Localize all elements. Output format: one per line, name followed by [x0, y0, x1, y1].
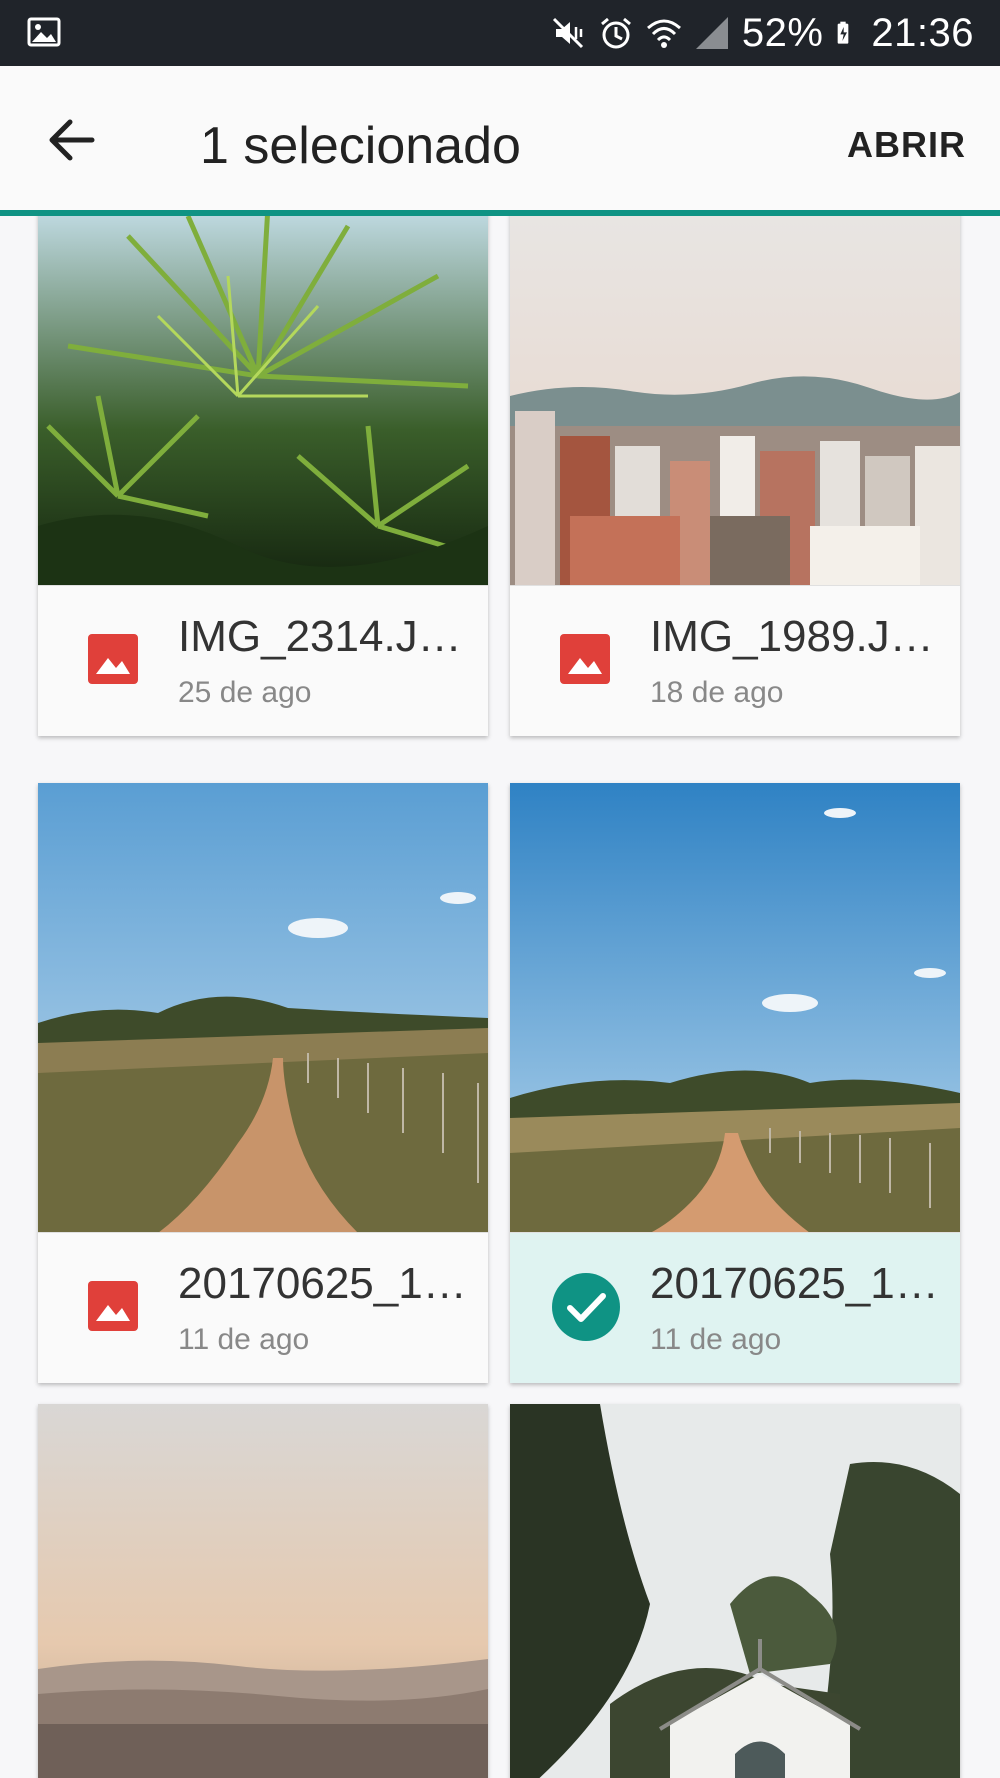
file-card[interactable]: 20170625_1… 11 de ago [38, 783, 488, 1383]
photo-thumbnail [510, 1404, 960, 1778]
signal-icon [695, 17, 728, 49]
mute-vibrate-icon [552, 17, 583, 49]
image-file-icon [88, 634, 138, 684]
alarm-icon [600, 17, 631, 49]
file-info: 20170625_1… 11 de ago [510, 1232, 960, 1383]
page-title: 1 selecionado [200, 117, 521, 175]
file-date: 11 de ago [178, 1323, 310, 1356]
file-info: IMG_1989.J… 18 de ago [510, 585, 960, 736]
file-card[interactable] [510, 1404, 960, 1778]
file-date: 18 de ago [650, 676, 784, 709]
file-name: IMG_1989.J… [650, 612, 934, 661]
file-date: 11 de ago [650, 1323, 782, 1356]
file-info: IMG_2314.J… 25 de ago [38, 585, 488, 736]
photo-thumbnail [38, 783, 488, 1233]
file-grid: IMG_2314.J… 25 de ago IMG_1989.J… 18 de … [0, 216, 1000, 1778]
file-name: 20170625_1… [650, 1259, 939, 1308]
check-circle-icon [552, 1273, 620, 1341]
open-button[interactable]: ABRIR [847, 124, 966, 166]
file-name: IMG_2314.J… [178, 612, 462, 661]
photo-thumbnail [38, 1404, 488, 1778]
image-file-icon [88, 1281, 138, 1331]
clock: 21:36 [871, 11, 974, 55]
file-card[interactable] [38, 1404, 488, 1778]
file-card-selected[interactable]: 20170625_1… 11 de ago [510, 783, 960, 1383]
file-name: 20170625_1… [178, 1259, 467, 1308]
file-date: 25 de ago [178, 676, 312, 709]
image-file-icon [560, 634, 610, 684]
photo-thumbnail [510, 783, 960, 1233]
image-icon [27, 17, 61, 47]
photo-thumbnail [510, 216, 960, 586]
file-info: 20170625_1… 11 de ago [38, 1232, 488, 1383]
photo-thumbnail [38, 216, 488, 586]
battery-percent: 52% [741, 11, 824, 55]
battery-charging-icon [838, 21, 849, 44]
file-card[interactable]: IMG_1989.J… 18 de ago [510, 216, 960, 736]
app-bar: 1 selecionado ABRIR [0, 66, 1000, 216]
wifi-icon [646, 19, 681, 48]
status-bar: 52% 21:36 [0, 0, 1000, 66]
file-card[interactable]: IMG_2314.J… 25 de ago [38, 216, 488, 736]
back-arrow-icon[interactable] [40, 108, 104, 172]
